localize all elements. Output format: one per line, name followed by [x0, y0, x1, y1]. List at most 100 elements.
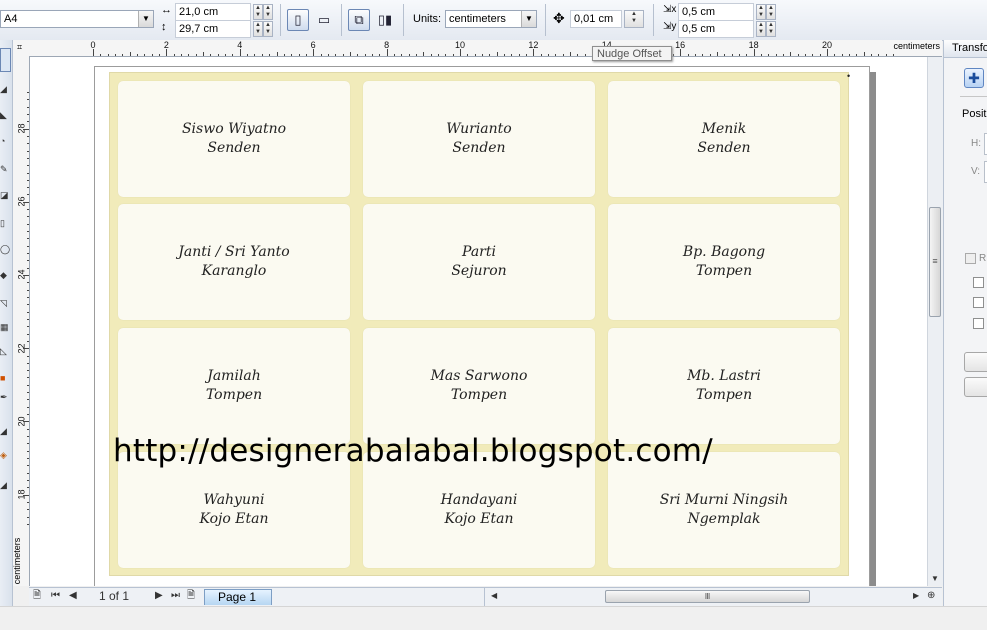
paper-size-select[interactable]: A4 ▼ — [0, 10, 154, 28]
name-label-card[interactable]: Parti Sejuron — [363, 204, 595, 320]
ruler-tick — [27, 143, 29, 145]
freehand-tool-icon[interactable]: ✎ — [0, 164, 12, 174]
name-label-card[interactable]: Menik Senden — [608, 81, 840, 197]
name-label-card[interactable]: Jamilah Tompen — [118, 328, 350, 444]
name-label-card[interactable]: Wurianto Senden — [363, 81, 595, 197]
scroll-right-icon[interactable]: ▶ — [913, 590, 919, 602]
duplicate-y-spinner[interactable]: ▲ ▼ — [756, 21, 766, 37]
duplicate-y-field[interactable]: 0,5 cm — [678, 20, 754, 38]
ruler-tick — [716, 52, 718, 56]
ruler-tick — [313, 49, 315, 56]
landscape-button[interactable]: ▭ — [313, 9, 335, 31]
name-label-card[interactable]: Handayani Kojo Etan — [363, 452, 595, 568]
name-label-card[interactable]: Sri Murni Ningsih Ngemplak — [608, 452, 840, 568]
ruler-tick — [27, 253, 29, 255]
ellipse-tool-icon[interactable]: ◯ — [0, 244, 12, 254]
polygon-tool-icon[interactable]: ◆ — [0, 270, 12, 280]
ruler-tick — [856, 54, 858, 56]
portrait-button[interactable]: ▯ — [287, 9, 309, 31]
eyedropper-tool-icon[interactable]: ✒ — [0, 392, 12, 402]
page-height-field[interactable]: 29,7 cm — [175, 20, 251, 38]
duplicate-x-field[interactable]: 0,5 cm — [678, 3, 754, 21]
ruler-origin-icon[interactable]: ⌗ — [17, 42, 22, 53]
table-tool-icon[interactable]: ▦ — [0, 322, 12, 332]
rectangle-tool-icon[interactable]: ▯ — [0, 218, 12, 228]
page-width-field[interactable]: 21,0 cm — [175, 3, 251, 21]
first-page-icon[interactable]: ⏮ — [51, 590, 60, 602]
docker-button-2[interactable] — [964, 377, 987, 397]
fill-tool-icon[interactable]: ■ — [0, 373, 12, 383]
name-label-card[interactable]: Mb. Lastri Tompen — [608, 328, 840, 444]
separator — [653, 4, 654, 36]
ruler-tick — [195, 54, 197, 56]
name-label-card[interactable]: Bp. Bagong Tompen — [608, 204, 840, 320]
nudge-offset-spinner[interactable]: ▲ ▼ — [624, 10, 644, 28]
guest-name: Siswo Wiyatno — [181, 121, 287, 137]
ruler-tick — [23, 421, 29, 423]
anchor-checkbox-2[interactable] — [973, 297, 984, 308]
drawing-canvas[interactable]: Siswo Wiyatno Senden Wurianto Senden Menik Se… — [30, 57, 927, 586]
page-height-spinner[interactable]: ▲ ▼ — [253, 21, 263, 37]
ruler-tick — [27, 436, 29, 438]
vertical-scrollbar[interactable]: ≡ ▼ — [927, 57, 943, 586]
ruler-tick — [27, 487, 29, 489]
ruler-tick — [27, 479, 29, 481]
dimension-tool-icon[interactable]: ◺ — [0, 346, 12, 356]
text-tool-icon[interactable]: ◹ — [0, 298, 12, 308]
add-page-after-icon[interactable]: 🗎 — [187, 590, 195, 602]
vertical-ruler[interactable]: 28 26 24 22 20 18 centimeters — [13, 56, 30, 586]
vertical-scroll-thumb[interactable]: ≡ — [929, 207, 941, 317]
outline-tool-icon[interactable]: ◢ — [0, 426, 12, 436]
last-page-icon[interactable]: ⏭ — [171, 590, 180, 602]
scroll-left-icon[interactable]: ◀ — [491, 590, 497, 602]
ruler-tick — [27, 318, 29, 320]
interactive-fill-icon[interactable]: ◈ — [0, 450, 12, 460]
ruler-tick — [27, 289, 29, 291]
ruler-tick — [27, 406, 29, 408]
duplicate-x-spinner[interactable]: ▲ ▼ — [756, 4, 766, 20]
page[interactable]: Siswo Wiyatno Senden Wurianto Senden Menik Se… — [94, 66, 870, 586]
name-label-card[interactable]: Mas Sarwono Tompen — [363, 328, 595, 444]
docker-button-1[interactable] — [964, 352, 987, 372]
ruler-tick — [863, 52, 865, 56]
horizontal-ruler[interactable]: ⌗ 0 2 4 6 8 10 12 14 16 18 20 centimeters — [13, 40, 942, 57]
ruler-tick — [27, 121, 29, 123]
anchor-checkbox-1[interactable] — [973, 277, 984, 288]
relative-position-checkbox[interactable] — [965, 253, 976, 264]
blog-url-text[interactable]: http://designerabalabal.blogspot.com/ — [113, 433, 713, 469]
label-sheet[interactable]: Siswo Wiyatno Senden Wurianto Senden Menik Se… — [109, 72, 849, 576]
scroll-down-icon[interactable]: ▼ — [931, 574, 939, 583]
units-select[interactable]: centimeters ▼ — [445, 10, 537, 28]
ruler-tick — [584, 54, 586, 56]
name-label-card[interactable]: Wahyuni Kojo Etan — [118, 452, 350, 568]
add-page-icon[interactable]: 🗎 — [33, 590, 41, 602]
anchor-checkbox-3[interactable] — [973, 318, 984, 329]
height-icon: ↕ — [161, 21, 167, 33]
zoom-icon[interactable]: ⊕ — [927, 590, 935, 602]
prev-page-icon[interactable]: ◀ — [69, 590, 77, 602]
pick-tool-button[interactable] — [0, 48, 11, 72]
page-width-spinner[interactable]: ▲ ▼ — [253, 4, 263, 20]
page-height-spinner-2[interactable]: ▲ ▼ — [263, 21, 273, 37]
name-label-card[interactable]: Siswo Wiyatno Senden — [118, 81, 350, 197]
duplicate-x-spinner-2[interactable]: ▲ ▼ — [766, 4, 776, 20]
name-label-card[interactable]: Janti / Sri Yanto Karanglo — [118, 204, 350, 320]
separator — [545, 4, 546, 36]
ruler-tick — [232, 54, 234, 56]
horizontal-scroll-thumb[interactable]: Ⅲ — [605, 590, 810, 603]
crop-tool-icon[interactable]: ◣ — [0, 110, 12, 120]
next-page-icon[interactable]: ▶ — [155, 590, 163, 602]
tab-page-1[interactable]: Page 1 — [204, 589, 272, 605]
zoom-tool-icon[interactable]: ◔ — [0, 136, 12, 146]
smart-fill-icon[interactable]: ◪ — [0, 190, 12, 200]
shape-tool-icon[interactable]: ◢ — [0, 84, 12, 94]
all-pages-button[interactable]: ⧉ — [348, 9, 370, 31]
smart-drawing-icon[interactable]: ◢ — [0, 480, 12, 490]
position-tab-button[interactable]: ✚ — [964, 68, 984, 88]
nudge-offset-field[interactable]: 0,01 cm — [570, 10, 622, 28]
ruler-tick — [415, 54, 417, 56]
page-width-spinner-2[interactable]: ▲ ▼ — [263, 4, 273, 20]
horizontal-scrollbar[interactable]: ◀ Ⅲ ▶ — [484, 588, 927, 606]
duplicate-y-spinner-2[interactable]: ▲ ▼ — [766, 21, 776, 37]
current-page-button[interactable]: ▯▮ — [374, 9, 396, 31]
